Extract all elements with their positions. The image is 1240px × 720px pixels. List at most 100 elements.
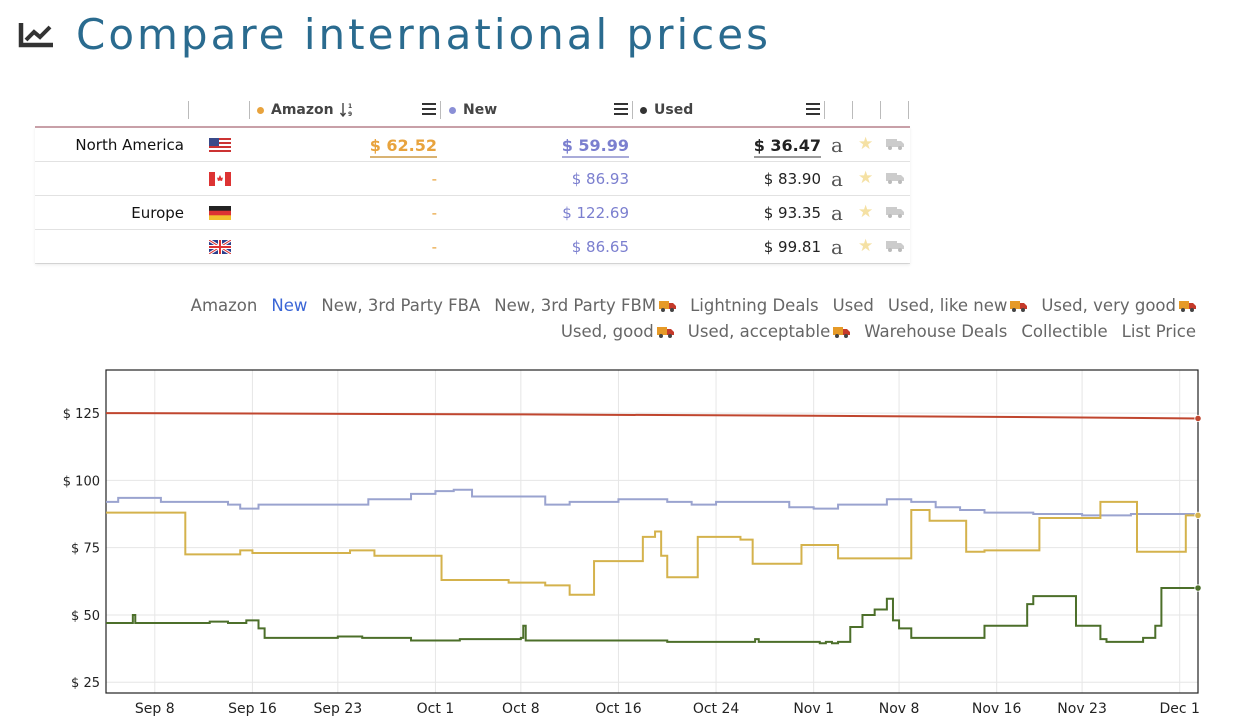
column-header-amazon[interactable]: Amazon 19 [257, 96, 354, 124]
x-tick-label: Oct 24 [693, 701, 740, 717]
used-price[interactable]: $ 93.35 [764, 204, 821, 222]
amazon-dot-icon [257, 106, 264, 114]
truck-icon[interactable] [886, 206, 904, 218]
star-icon[interactable]: ★ [858, 134, 873, 154]
page-header: Compare international prices [18, 10, 771, 59]
legend-item-list-price[interactable]: List Price [1122, 322, 1196, 341]
legend-item-collectible[interactable]: Collectible [1021, 322, 1107, 341]
trending-chart-icon [18, 15, 58, 55]
delivery-truck-icon [1010, 301, 1028, 312]
legend-item-label: Used, good [560, 322, 654, 341]
column-divider [824, 101, 825, 119]
amazon-icon[interactable]: a [831, 201, 843, 225]
new-price[interactable]: $ 59.99 [561, 136, 629, 158]
legend-item-used-like-new[interactable]: Used, like new [888, 296, 1028, 315]
legend-item-warehouse-deals[interactable]: Warehouse Deals [864, 322, 1007, 341]
column-menu-icon[interactable] [422, 103, 436, 115]
series-end-marker [1194, 414, 1202, 423]
amazon-price: - [431, 170, 437, 188]
star-icon[interactable]: ★ [858, 202, 873, 222]
x-tick-label: Nov 23 [1057, 701, 1107, 717]
legend-item-label: List Price [1121, 322, 1196, 341]
new-price[interactable]: $ 122.69 [562, 204, 629, 222]
legend-item-label: New, 3rd Party FBA [321, 296, 481, 315]
table-row: - $ 86.93 $ 83.90 a ★ [35, 162, 910, 196]
de-flag-icon [209, 206, 231, 220]
truck-icon[interactable] [886, 138, 904, 150]
legend-item-label: Amazon [190, 296, 258, 315]
y-tick-label: $ 50 [71, 609, 100, 624]
amazon-price[interactable]: $ 62.52 [369, 136, 437, 158]
column-menu-icon[interactable] [614, 103, 628, 115]
legend-item-new-3rd-party-fbm[interactable]: New, 3rd Party FBM [494, 296, 677, 315]
legend-item-used[interactable]: Used [833, 296, 874, 315]
table-row: - $ 86.65 $ 99.81 a ★ [35, 230, 910, 264]
price-history-chart[interactable]: $ 125 $ 100 $ 75 $ 50 $ 25 Sep 8 Sep 16 Sep 23 O… [0, 365, 1240, 720]
legend-item-used-very-good[interactable]: Used, very good [1041, 296, 1196, 315]
chart-legend-row-1: Amazon New New, 3rd Party FBA New, 3rd Part… [146, 292, 1196, 319]
table-header: Amazon 19 New Used [35, 96, 910, 128]
new-price[interactable]: $ 86.93 [572, 170, 629, 188]
delivery-truck-icon [656, 327, 674, 338]
chart-legend-row-2: Used, good Used, acceptable Warehouse Deal… [146, 318, 1196, 345]
delivery-truck-icon [833, 327, 851, 338]
table-row: Europe - $ 122.69 $ 93.35 a ★ [35, 196, 910, 230]
used-dot-icon [640, 106, 647, 114]
column-divider [632, 101, 633, 119]
star-icon[interactable]: ★ [858, 168, 873, 188]
table-row: North America $ 62.52 $ 59.99 $ 36.47 a … [35, 128, 910, 162]
legend-item-label: Used [832, 296, 874, 315]
legend-item-amazon[interactable]: Amazon [191, 296, 258, 315]
star-icon[interactable]: ★ [858, 236, 873, 256]
amazon-icon[interactable]: a [831, 235, 843, 259]
y-tick-label: $ 25 [71, 676, 100, 691]
legend-item-label: Lightning Deals [690, 296, 819, 315]
legend-item-used-acceptable[interactable]: Used, acceptable [687, 322, 851, 341]
amazon-icon[interactable]: a [831, 133, 843, 157]
uk-flag-icon [209, 240, 231, 254]
legend-item-lightning-deals[interactable]: Lightning Deals [690, 296, 819, 315]
amazon-price: - [431, 204, 437, 222]
x-tick-label: Sep 8 [135, 701, 175, 717]
legend-item-new[interactable]: New [271, 296, 307, 315]
svg-text:1: 1 [348, 103, 352, 110]
used-price[interactable]: $ 83.90 [764, 170, 821, 188]
column-divider [852, 101, 853, 119]
legend-item-label: Used, acceptable [687, 322, 831, 341]
plot-frame [105, 369, 1199, 694]
x-tick-label: Oct 16 [595, 701, 642, 717]
series-end-marker [1194, 584, 1202, 592]
y-tick-label: $ 125 [63, 407, 100, 422]
used-price[interactable]: $ 99.81 [764, 238, 821, 256]
column-header-new[interactable]: New [449, 96, 497, 124]
legend-item-used-good[interactable]: Used, good [561, 322, 674, 341]
truck-icon[interactable] [886, 172, 904, 184]
column-header-label: New [463, 102, 498, 118]
column-header-used[interactable]: Used [640, 96, 693, 124]
us-flag-icon [209, 138, 231, 152]
used-price[interactable]: $ 36.47 [753, 136, 821, 158]
x-tick-label: Sep 23 [313, 701, 362, 717]
x-tick-label: Oct 1 [417, 701, 455, 717]
svg-text:9: 9 [348, 111, 352, 118]
region-label: North America [75, 136, 184, 154]
column-divider [880, 101, 881, 119]
legend-item-new-3rd-party-fba[interactable]: New, 3rd Party FBA [321, 296, 480, 315]
legend-item-label: Collectible [1021, 322, 1108, 341]
legend-item-label: Used, very good [1041, 296, 1176, 315]
series-end-marker [1194, 511, 1202, 519]
column-divider [908, 101, 909, 119]
y-tick-label: $ 75 [71, 542, 100, 557]
column-header-label: Used [654, 102, 694, 118]
sort-numeric-icon[interactable]: 19 [339, 102, 354, 118]
new-price[interactable]: $ 86.65 [572, 238, 629, 256]
truck-icon[interactable] [886, 240, 904, 252]
series-line-amazon [106, 500, 1198, 596]
x-tick-label: Dec 1 [1159, 701, 1199, 717]
column-header-label: Amazon [271, 102, 334, 118]
amazon-icon[interactable]: a [831, 167, 843, 191]
x-tick-label: Nov 16 [972, 701, 1022, 717]
column-menu-icon[interactable] [806, 103, 820, 115]
x-tick-label: Nov 1 [793, 701, 834, 717]
legend-item-label: Warehouse Deals [864, 322, 1008, 341]
